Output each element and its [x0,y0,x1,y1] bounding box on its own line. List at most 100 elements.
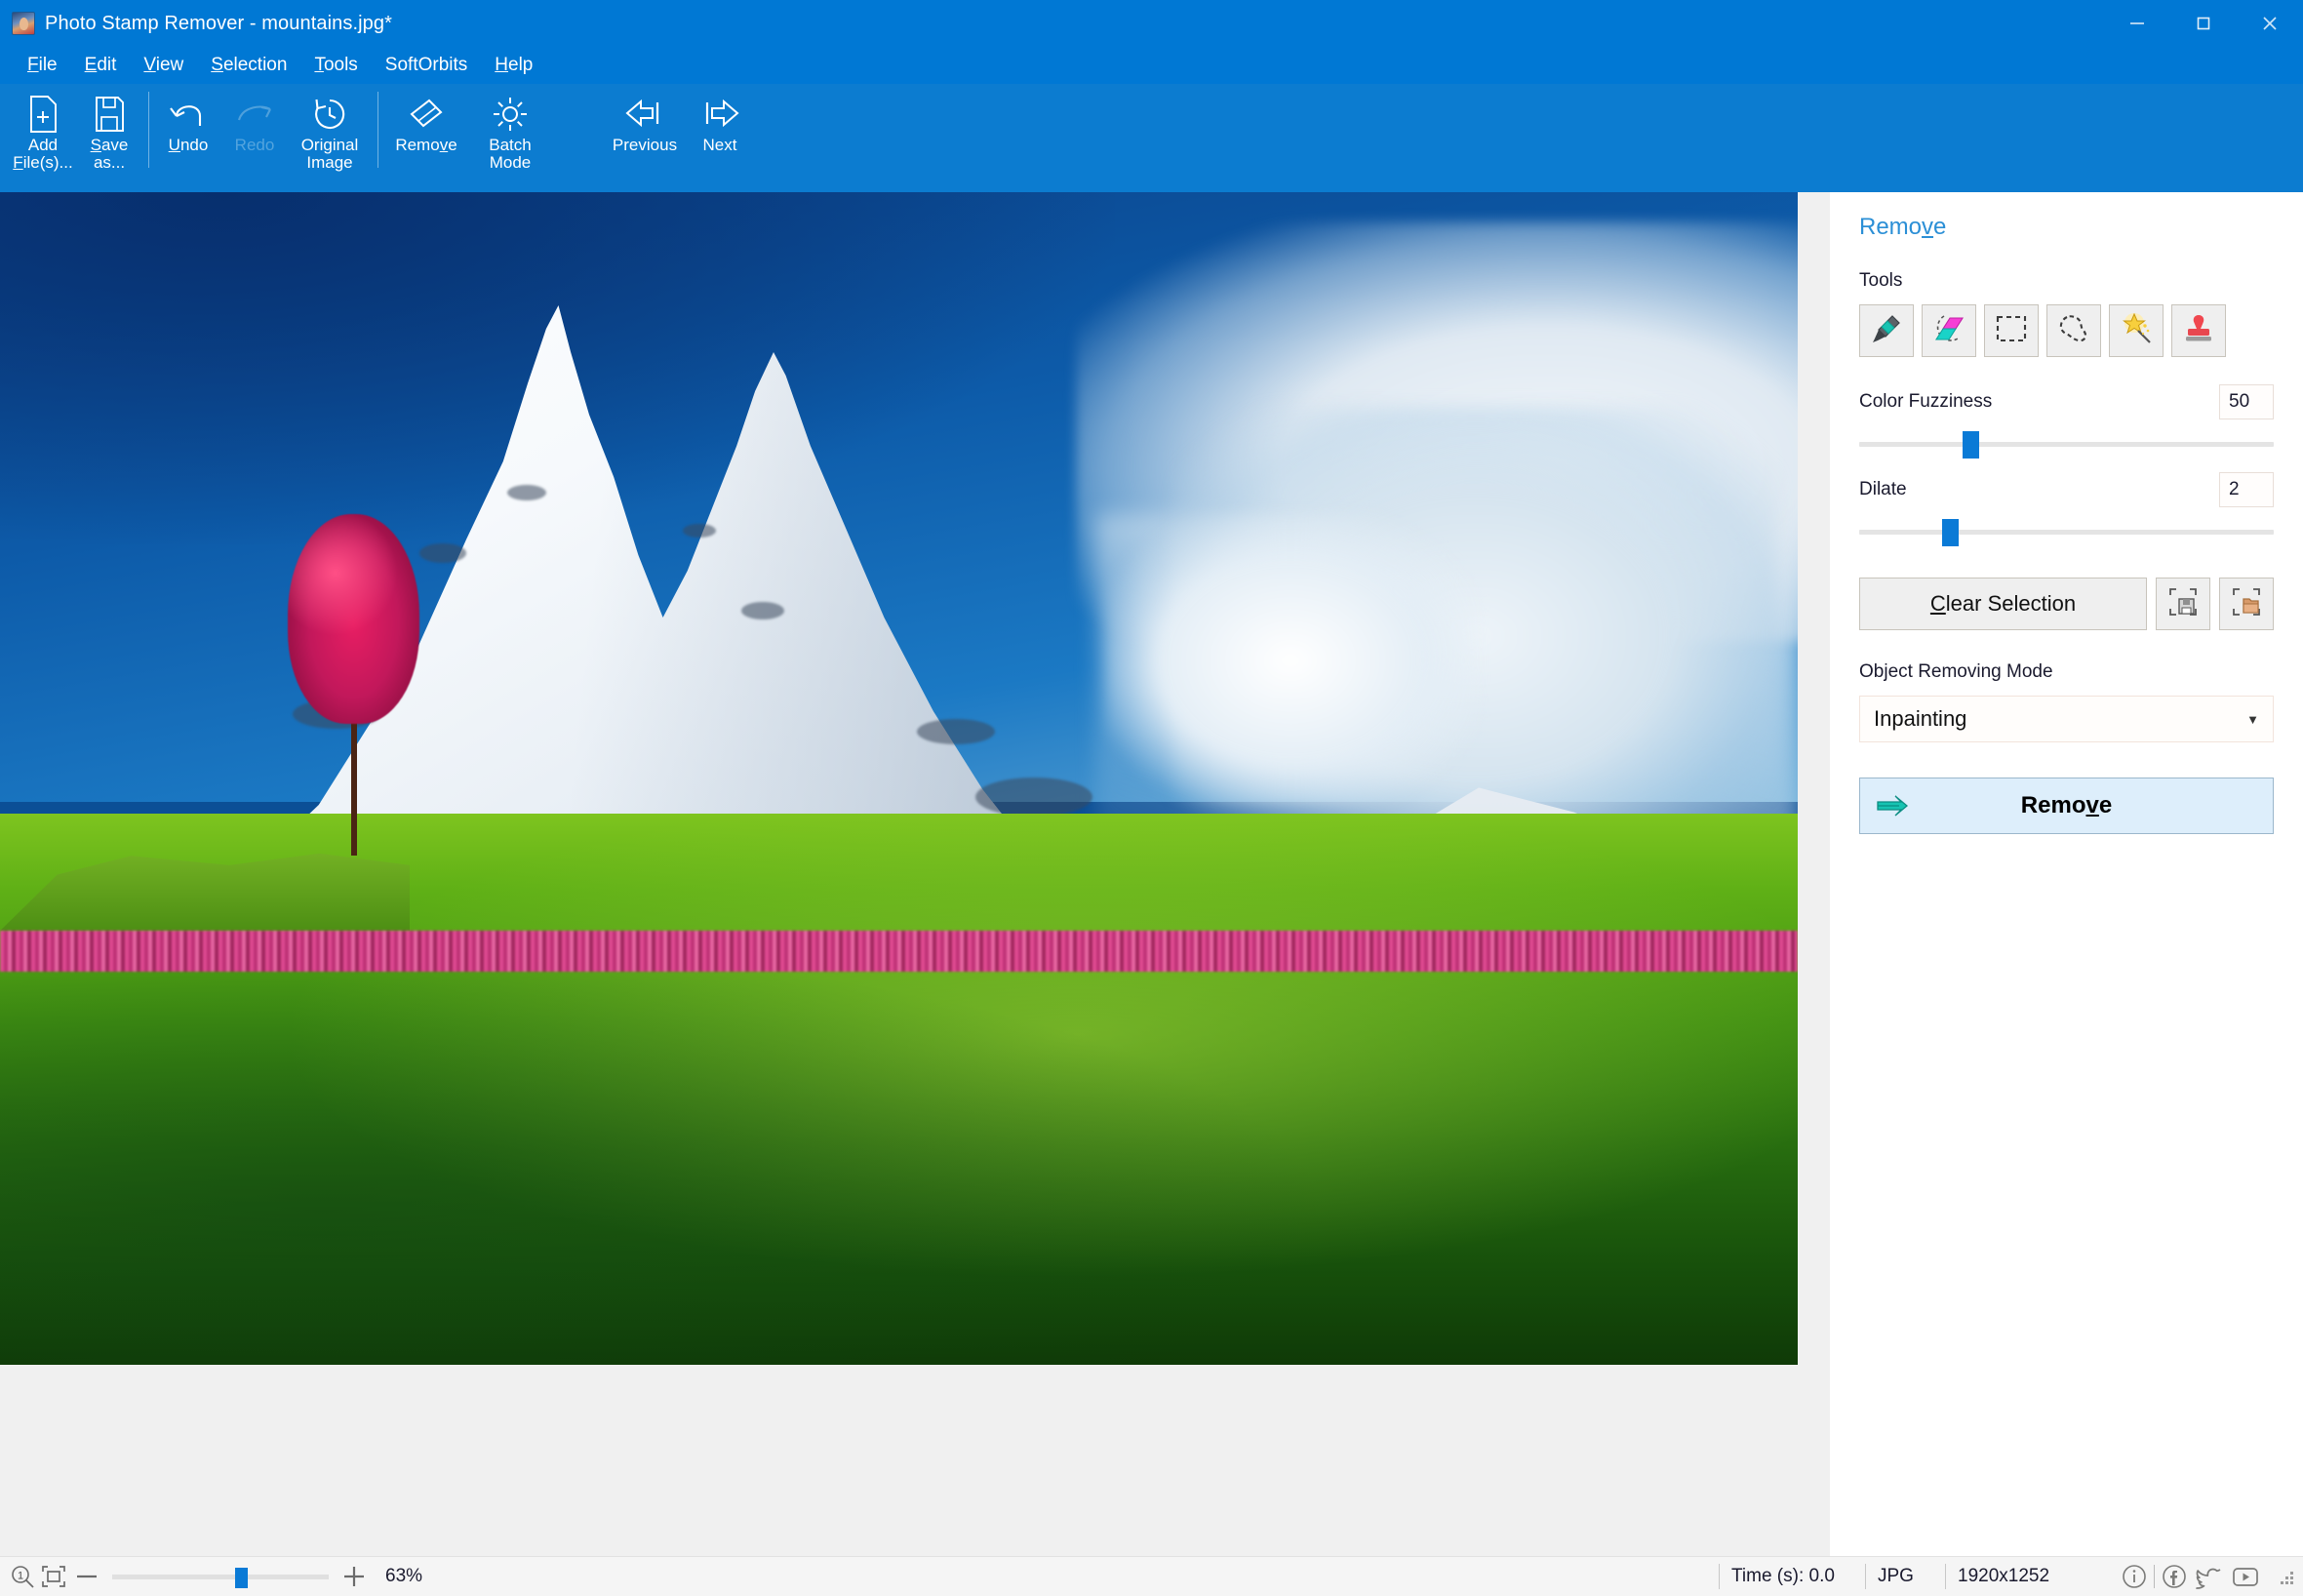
remove-action-label: Remove [2020,792,2113,818]
app-photo-icon [12,12,35,35]
facebook-icon[interactable] [2157,1563,2192,1590]
main-toolbar: Add File(s)... Save as... Undo Redo Orig… [0,84,2303,192]
rectangle-select-icon [1995,314,2028,348]
application-window: Photo Stamp Remover - mountains.jpg* Fil… [0,0,2303,1596]
menu-file[interactable]: File [14,49,71,82]
zoom-actual-size-icon[interactable]: 1 [7,1564,38,1589]
redo-button[interactable]: Redo [221,84,288,181]
image-canvas-area[interactable] [0,192,1798,1556]
menu-edit[interactable]: Edit [71,49,131,82]
zoom-in-icon[interactable] [337,1564,372,1589]
double-arrow-right-icon [1876,794,1917,818]
batch-mode-label-2: Mode [489,153,532,173]
stamp-tool[interactable] [2171,304,2226,357]
photo-image[interactable] [0,192,1798,1365]
color-fuzziness-slider[interactable] [1859,427,2274,460]
menu-selection[interactable]: Selection [197,49,300,82]
next-button[interactable]: Next [687,84,753,181]
add-files-label-1: Add [27,136,59,154]
green-hill [0,853,410,932]
history-clock-icon [309,92,350,137]
eraser-tool[interactable] [1922,304,1976,357]
status-info-group: Time (s): 0.0 JPG 1920x1252 [1719,1557,2303,1596]
dilate-slider[interactable] [1859,515,2274,548]
maximize-button[interactable] [2170,0,2237,47]
clear-selection-button[interactable]: Clear Selection [1859,578,2147,630]
dilate-value[interactable]: 2 [2219,472,2274,507]
time-status: Time (s): 0.0 [1719,1564,1865,1589]
twitter-bird-icon[interactable] [2192,1563,2227,1590]
magic-wand-icon [2120,312,2153,350]
color-fuzziness-value[interactable]: 50 [2219,384,2274,419]
toolbar-divider-2 [377,92,378,168]
distant-flower-band [0,931,1798,973]
social-divider [2154,1565,2155,1588]
original-image-label-1: Original [300,136,359,154]
rectangle-select-tool[interactable] [1984,304,2039,357]
previous-button[interactable]: Previous [603,84,687,181]
eraser-tool-icon [1932,312,1965,350]
format-status: JPG [1865,1564,1945,1589]
zoom-slider-thumb[interactable] [235,1568,248,1588]
undo-button[interactable]: Undo [155,84,221,181]
remove-action-button[interactable]: Remove [1859,778,2274,834]
chevron-down-icon: ▼ [2246,711,2259,727]
zoom-controls: 1 63% [0,1562,422,1591]
lasso-select-tool[interactable] [2046,304,2101,357]
panel-title: Remove [1859,214,1947,240]
status-bar: 1 63% Time (s): 0.0 JPG 1920x1252 [0,1556,2303,1596]
marker-pen-icon [1870,312,1903,350]
save-selection-icon [2167,586,2199,622]
menu-bar: File Edit View Selection Tools SoftOrbit… [0,47,2303,84]
slider-track [1859,442,2274,447]
batch-mode-label-1: Batch [489,136,532,154]
window-controls [2104,0,2303,47]
add-files-button[interactable]: Add File(s)... [10,84,76,181]
original-image-label-2: Image [306,153,353,173]
redo-arrow-icon [233,92,276,137]
zoom-slider-track [112,1575,329,1579]
remove-toolbar-button[interactable]: Remove [384,84,468,181]
tree-crown-red [288,514,419,724]
marker-pen-tool[interactable] [1859,304,1914,357]
rock-patch [683,524,716,538]
redo-label: Redo [234,136,275,154]
zoom-out-icon[interactable] [69,1566,104,1587]
minimize-button[interactable] [2104,0,2170,47]
menu-help[interactable]: Help [481,49,546,82]
object-removing-mode-value: Inpainting [1874,706,1967,731]
zoom-percent-label: 63% [385,1566,423,1586]
next-label: Next [702,136,737,154]
batch-mode-button[interactable]: Batch Mode [468,84,552,181]
menu-view[interactable]: View [130,49,197,82]
undo-arrow-icon [167,92,210,137]
zoom-slider[interactable] [112,1562,329,1591]
remove-panel: Remove Tools Color Fuzziness 50 Dilate 2… [1830,192,2303,1556]
eraser-icon [406,92,447,137]
object-removing-mode-label: Object Removing Mode [1859,661,2053,682]
youtube-play-icon[interactable] [2227,1564,2264,1589]
slider-thumb[interactable] [1963,431,1980,459]
title-bar: Photo Stamp Remover - mountains.jpg* [0,0,2303,47]
undo-label: Undo [168,136,209,154]
menu-tools[interactable]: Tools [300,49,371,82]
selection-actions-row: Clear Selection [1859,578,2274,630]
info-circle-icon[interactable] [2117,1563,2152,1590]
menu-softorbits[interactable]: SoftOrbits [372,49,481,82]
fit-to-window-icon[interactable] [38,1565,69,1588]
load-selection-button[interactable] [2219,578,2274,630]
close-button[interactable] [2237,0,2303,47]
arrow-left-bar-icon [621,92,668,137]
original-image-button[interactable]: Original Image [288,84,372,181]
resize-grip[interactable] [2278,1569,2293,1584]
save-selection-button[interactable] [2156,578,2210,630]
gear-icon [490,92,531,137]
dimensions-status: 1920x1252 [1945,1564,2111,1589]
color-fuzziness-row: Color Fuzziness 50 [1859,384,2274,419]
object-removing-mode-select[interactable]: Inpainting ▼ [1859,696,2274,742]
rock-patch [975,778,1092,817]
slider-thumb[interactable] [1942,519,1959,546]
magic-wand-tool[interactable] [2109,304,2164,357]
save-as-button[interactable]: Save as... [76,84,142,181]
cloud-small [1105,514,1476,807]
